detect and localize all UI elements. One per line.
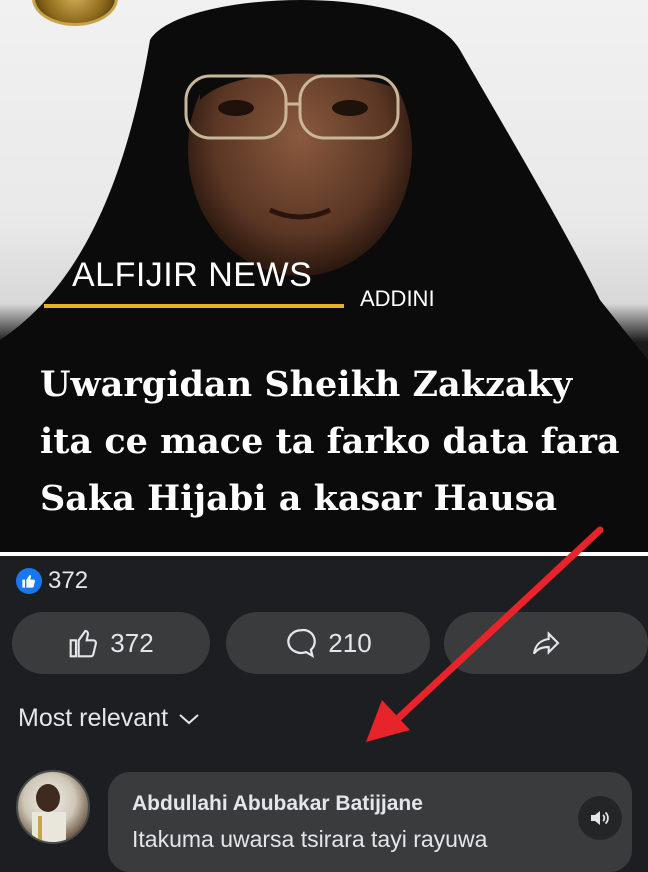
action-bar: 372 210 bbox=[12, 612, 648, 676]
comment-text: Itakuma uwarsa tsirara tayi rayuwa bbox=[132, 826, 488, 852]
like-button[interactable]: 372 bbox=[12, 612, 210, 674]
category-label: ADDINI bbox=[360, 286, 435, 311]
brand-underline bbox=[44, 304, 344, 308]
audio-icon[interactable] bbox=[578, 796, 622, 840]
post-image[interactable]: ALFIJIR NEWS ADDINI Uwargidan Sheikh Zak… bbox=[0, 0, 648, 552]
headline-line: ita ce mace ta farko data fara bbox=[40, 421, 620, 462]
headline: Uwargidan Sheikh Zakzaky ita ce mace ta … bbox=[40, 356, 630, 527]
comment-button[interactable]: 210 bbox=[226, 612, 430, 674]
headline-line: Uwargidan Sheikh Zakzaky bbox=[40, 364, 573, 405]
image-divider bbox=[0, 552, 648, 556]
share-icon bbox=[532, 631, 560, 655]
headline-line: Saka Hijabi a kasar Hausa bbox=[40, 478, 558, 519]
avatar-image bbox=[32, 784, 66, 842]
thumbs-up-icon bbox=[69, 629, 98, 658]
chevron-down-icon bbox=[179, 713, 199, 724]
comment-sort-dropdown[interactable]: Most relevant bbox=[18, 704, 200, 733]
comment-count: 210 bbox=[328, 627, 372, 658]
like-icon bbox=[16, 568, 42, 594]
share-button[interactable] bbox=[444, 612, 648, 674]
brand-name: ALFIJIR NEWS bbox=[72, 256, 313, 294]
comment-bubble[interactable]: Abdullahi Abubakar Batijjane Itakuma uwa… bbox=[108, 772, 632, 872]
avatar[interactable] bbox=[16, 770, 90, 844]
reaction-count: 372 bbox=[48, 567, 89, 594]
like-count: 372 bbox=[110, 627, 154, 658]
comment-author[interactable]: Abdullahi Abubakar Batijjane bbox=[132, 792, 423, 816]
comment-icon bbox=[287, 628, 317, 659]
reaction-summary[interactable]: 372 bbox=[16, 566, 88, 596]
sort-label: Most relevant bbox=[18, 704, 169, 732]
